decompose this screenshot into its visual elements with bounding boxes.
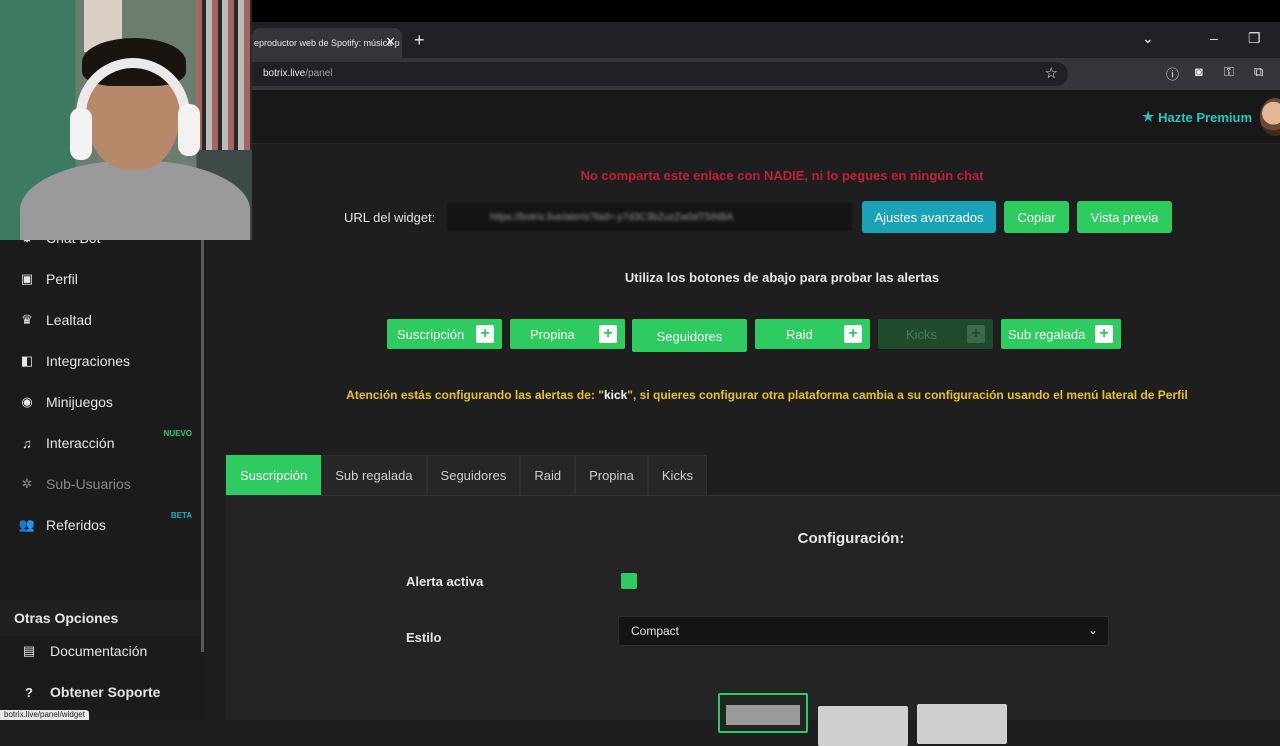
tab-kicks[interactable]: Kicks — [647, 455, 707, 495]
question-icon: ? — [25, 684, 33, 700]
maximize-icon[interactable]: ❐ — [1248, 30, 1261, 47]
test-tip-button[interactable]: Propina + — [510, 319, 625, 349]
sidebar-item-perfil[interactable]: ▣ Perfil — [0, 261, 200, 297]
sidebar-item-documentacion[interactable]: ▤ Documentación — [0, 633, 200, 669]
tab-seguidores[interactable]: Seguidores — [426, 455, 521, 495]
sidebar-item-sub-usuarios[interactable]: ✲ Sub-Usuarios — [0, 466, 200, 502]
style-select[interactable]: Compact ⌄ — [618, 616, 1109, 646]
browser-tab[interactable]: eproductor web de Spotify: música p ✕ — [252, 28, 402, 58]
config-panel: Configuración: Alerta activa Estilo Comp… — [226, 496, 1280, 746]
sidebar-item-integraciones[interactable]: ◧ Integraciones — [0, 343, 200, 379]
helper-text: Utiliza los botones de abajo para probar… — [624, 270, 940, 285]
beta-badge: BETA — [170, 511, 192, 520]
plus-icon: + — [1095, 325, 1113, 343]
platform-name: kick — [603, 388, 628, 402]
sidebar-section-title: Otras Opciones — [0, 600, 200, 636]
sidebar-item-minijuegos[interactable]: ◉ Minijuegos — [0, 384, 200, 420]
tab-sub-regalada[interactable]: Sub regalada — [321, 455, 427, 495]
avatar[interactable] — [1260, 98, 1280, 136]
camera-icon[interactable]: ◙ — [1195, 64, 1203, 79]
plus-icon: + — [599, 325, 617, 343]
premium-label: Hazte Premium — [1158, 109, 1252, 125]
status-url: botrix.live/panel/widget — [0, 710, 89, 720]
plus-icon: + — [967, 325, 985, 343]
id-card-icon: ▣ — [20, 271, 34, 286]
widget-url-label: URL del widget: — [344, 210, 436, 225]
new-tab-icon[interactable]: + — [414, 30, 425, 51]
test-subscription-button[interactable]: Suscripción + — [387, 319, 502, 349]
premium-link[interactable]: ★ Hazte Premium — [1142, 109, 1252, 125]
star-icon: ★ — [1142, 109, 1155, 124]
bookmark-star-icon[interactable]: ☆ — [1045, 64, 1058, 82]
sub-users-icon: ✲ — [21, 476, 33, 491]
headphone-cup-right — [178, 104, 200, 156]
widget-url-input[interactable]: https://botrix.live/alerts?bid=-y7d3C3bZ… — [445, 201, 854, 233]
webcam-overlay — [0, 0, 252, 240]
copy-button[interactable]: Copiar — [1004, 201, 1069, 233]
url-omnibox[interactable]: botrix.live/panel ☆ — [252, 62, 1068, 86]
tab-propina[interactable]: Propina — [575, 455, 648, 495]
preview-button[interactable]: Vista previa — [1077, 201, 1172, 233]
sidebar-item-lealtad[interactable]: ♛ Lealtad — [0, 302, 200, 338]
style-label: Estilo — [406, 630, 442, 645]
warning-message: No comparta este enlace con NADIE, ni lo… — [580, 168, 984, 183]
sidebar-scrollbar[interactable] — [201, 240, 204, 652]
alert-active-checkbox[interactable] — [621, 573, 637, 589]
test-kicks-button: Kicks + — [878, 319, 993, 349]
person-body — [20, 160, 250, 240]
test-raid-button[interactable]: Raid + — [755, 319, 870, 349]
style-option-compact[interactable] — [718, 693, 808, 733]
sidebar-item-soporte[interactable]: ? Obtener Soporte — [0, 674, 200, 710]
alert-tabs: Suscripción Sub regalada Seguidores Raid… — [226, 455, 707, 495]
gamepad-icon: ◉ — [21, 394, 33, 409]
test-followers-button[interactable]: Seguidores — [632, 319, 747, 352]
users-icon: 👥 — [18, 517, 36, 532]
tab-raid[interactable]: Raid — [520, 455, 576, 495]
trophy-icon: ♛ — [21, 312, 33, 327]
browser-tab-title: eproductor web de Spotify: música p — [254, 38, 400, 48]
attention-message: Atención estás configurando las alertas … — [346, 388, 1188, 402]
url-text: botrix.live/panel — [263, 68, 333, 79]
background-rack — [196, 0, 252, 150]
headphone-cup-left — [70, 108, 92, 160]
advanced-settings-button[interactable]: Ajustes avanzados — [862, 201, 996, 233]
plus-icon: + — [844, 325, 862, 343]
config-title: Configuración: — [797, 530, 905, 547]
sidebar-item-interaccion[interactable]: ♫ Interacción NUEVO — [0, 425, 200, 461]
tab-search-icon[interactable]: ⌄ — [1142, 30, 1154, 47]
style-option-3[interactable] — [917, 704, 1007, 744]
chevron-down-icon: ⌄ — [1087, 623, 1098, 637]
tab-suscripcion[interactable]: Suscripción — [226, 455, 322, 495]
key-icon[interactable]: ⚿ — [1224, 64, 1234, 80]
extensions-icon[interactable]: ⧉ — [1254, 64, 1263, 80]
plus-icon: + — [476, 325, 494, 343]
music-icon: ♫ — [22, 435, 32, 451]
minimize-icon[interactable]: – — [1210, 30, 1218, 46]
info-icon[interactable]: ⓘ — [1166, 64, 1179, 83]
integrations-icon: ◧ — [20, 353, 34, 368]
test-gifted-sub-button[interactable]: Sub regalada + — [1001, 319, 1121, 349]
style-option-2[interactable] — [818, 706, 908, 746]
main-content: No comparta este enlace con NADIE, ni lo… — [206, 144, 1280, 746]
alert-active-label: Alerta activa — [406, 574, 484, 589]
new-badge: NUEVO — [163, 429, 192, 438]
style-preview-thumb — [726, 705, 800, 725]
sidebar-item-referidos[interactable]: 👥 Referidos BETA — [0, 507, 200, 543]
scroll-icon: ▤ — [22, 643, 36, 658]
close-tab-icon[interactable]: ✕ — [385, 34, 396, 50]
